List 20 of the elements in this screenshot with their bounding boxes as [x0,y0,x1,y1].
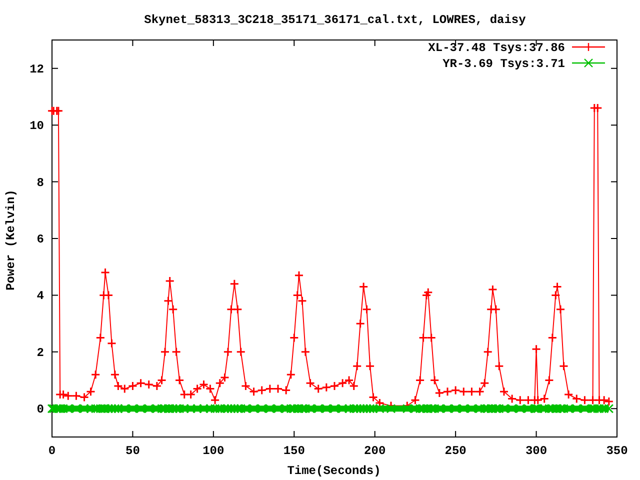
x-axis-label: Time(Seconds) [287,464,381,478]
y-tick-label: 8 [36,176,44,190]
y-tick-label: 12 [30,62,44,76]
y-tick-label: 2 [36,346,44,360]
y-axis-label: Power (Kelvin) [4,190,18,290]
x-tick-label: 200 [364,444,386,458]
y-tick-label: 0 [36,402,44,417]
legend-label: XL-37.48 Tsys:37.86 [428,41,565,55]
x-tick-label: 50 [126,444,140,458]
x-tick-label: 100 [202,444,224,458]
x-tick-label: 250 [444,444,466,458]
y-tick-label: 10 [30,119,44,134]
x-tick-label: 0 [48,444,56,458]
x-tick-label: 350 [606,444,628,458]
chart-title: Skynet_58313_3C218_35171_36171_cal.txt, LOWRES, daisy [144,13,526,27]
x-tick-label: 150 [283,444,305,458]
x-tick-label: 300 [525,444,548,458]
y-tick-label: 6 [36,232,44,246]
legend-label: YR-3.69 Tsys:3.71 [442,57,565,71]
y-tick-label: 4 [36,289,44,304]
